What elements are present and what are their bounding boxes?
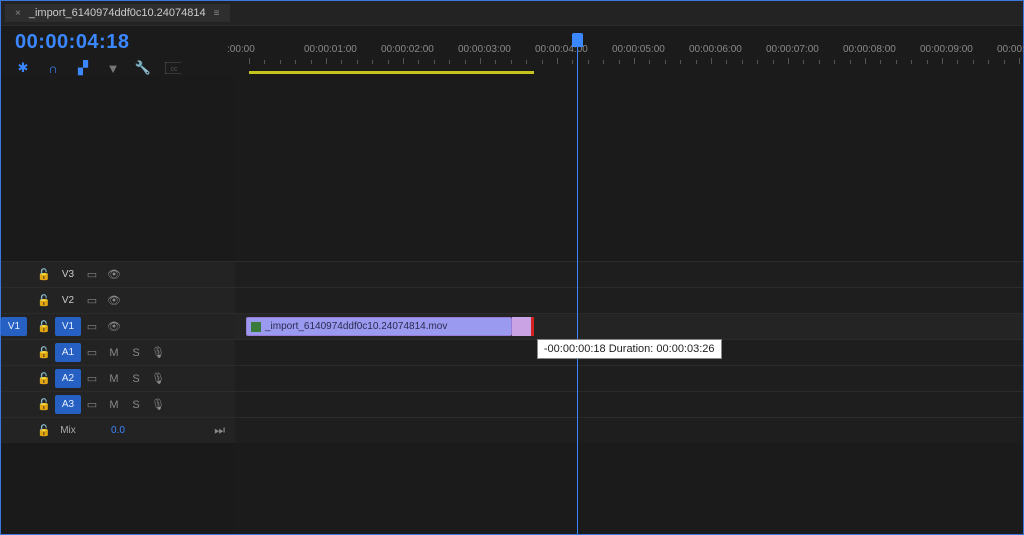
captions-icon[interactable]: cc <box>165 60 181 76</box>
lock-icon[interactable]: 🔓 <box>33 320 55 333</box>
voiceover-icon[interactable]: 🎙 <box>147 346 169 359</box>
track-label[interactable]: V2 <box>55 291 81 310</box>
playhead-handle[interactable] <box>572 33 583 47</box>
sync-lock-icon[interactable]: ▭ <box>81 346 103 359</box>
track-mix[interactable]: 🔓 Mix 0.0 ⏭ <box>1 417 1023 443</box>
track-label[interactable]: V1 <box>55 317 81 336</box>
sync-lock-icon[interactable]: ▭ <box>81 268 103 281</box>
track-v3[interactable]: 🔓 V3 ▭ 👁 <box>1 261 1023 287</box>
lock-icon[interactable]: 🔓 <box>33 424 55 437</box>
tab-menu-icon[interactable]: ≡ <box>214 8 221 19</box>
track-label[interactable]: A1 <box>55 343 81 362</box>
sync-lock-icon[interactable]: ▭ <box>81 398 103 411</box>
tab-bar: × _import_6140974ddf0c10.24074814 ≡ <box>1 1 1023 26</box>
linked-selection-icon[interactable]: ▞ <box>75 60 91 76</box>
lock-icon[interactable]: 🔓 <box>33 346 55 359</box>
solo-button[interactable]: S <box>125 399 147 411</box>
settings-icon[interactable]: 🔧 <box>135 60 151 76</box>
expand-icon[interactable]: ⏭ <box>214 423 225 438</box>
lock-icon[interactable]: 🔓 <box>33 372 55 385</box>
snap-icon[interactable]: ∩ <box>45 60 61 76</box>
lock-icon[interactable]: 🔓 <box>33 398 55 411</box>
time-ruler[interactable]: :00:0000:00:01:0000:00:02:0000:00:03:000… <box>249 44 1023 74</box>
track-a1[interactable]: 🔓 A1 ▭ M S 🎙 <box>1 339 1023 365</box>
track-head-spacer <box>1 436 235 534</box>
mix-value[interactable]: 0.0 <box>111 425 125 436</box>
lock-icon[interactable]: 🔓 <box>33 268 55 281</box>
solo-button[interactable]: S <box>125 373 147 385</box>
track-head-spacer <box>1 76 235 261</box>
svg-text:cc: cc <box>171 66 179 73</box>
track-v2[interactable]: 🔓 V2 ▭ 👁 <box>1 287 1023 313</box>
voiceover-icon[interactable]: 🎙 <box>147 398 169 411</box>
source-patch-v1[interactable]: V1 <box>1 317 27 336</box>
timeline-header: 00:00:04:18 ✱ ∩ ▞ ▼ 🔧 cc :00:0000:00:01:… <box>1 26 1023 76</box>
nest-icon[interactable]: ✱ <box>15 60 31 76</box>
track-label[interactable]: V3 <box>55 265 81 284</box>
sync-lock-icon[interactable]: ▭ <box>81 294 103 307</box>
mute-button[interactable]: M <box>103 373 125 385</box>
close-icon[interactable]: × <box>15 8 21 19</box>
eye-icon[interactable]: 👁 <box>103 294 125 307</box>
track-label: Mix <box>55 421 81 440</box>
track-a3[interactable]: 🔓 A3 ▭ M S 🎙 <box>1 391 1023 417</box>
mute-button[interactable]: M <box>103 347 125 359</box>
track-label[interactable]: A2 <box>55 369 81 388</box>
tab-title: _import_6140974ddf0c10.24074814 <box>29 7 206 19</box>
track-v1[interactable]: V1 🔓 V1 ▭ 👁 <box>1 313 1023 339</box>
solo-button[interactable]: S <box>125 347 147 359</box>
track-a2[interactable]: 🔓 A2 ▭ M S 🎙 <box>1 365 1023 391</box>
trim-tooltip: -00:00:00:18 Duration: 00:00:03:26 <box>537 339 722 359</box>
playhead-line <box>577 45 578 534</box>
mute-button[interactable]: M <box>103 399 125 411</box>
eye-icon[interactable]: 👁 <box>103 268 125 281</box>
track-label[interactable]: A3 <box>55 395 81 414</box>
voiceover-icon[interactable]: 🎙 <box>147 372 169 385</box>
sync-lock-icon[interactable]: ▭ <box>81 320 103 333</box>
eye-icon[interactable]: 👁 <box>103 320 125 333</box>
playhead-timecode[interactable]: 00:00:04:18 <box>15 32 249 52</box>
lock-icon[interactable]: 🔓 <box>33 294 55 307</box>
tracks-area: 🔓 V3 ▭ 👁 🔓 V2 ▭ 👁 V1 🔓 V1 ▭ 👁 <box>1 261 1023 443</box>
marker-icon[interactable]: ▼ <box>105 60 121 76</box>
sync-lock-icon[interactable]: ▭ <box>81 372 103 385</box>
sequence-tab[interactable]: × _import_6140974ddf0c10.24074814 ≡ <box>5 4 230 22</box>
